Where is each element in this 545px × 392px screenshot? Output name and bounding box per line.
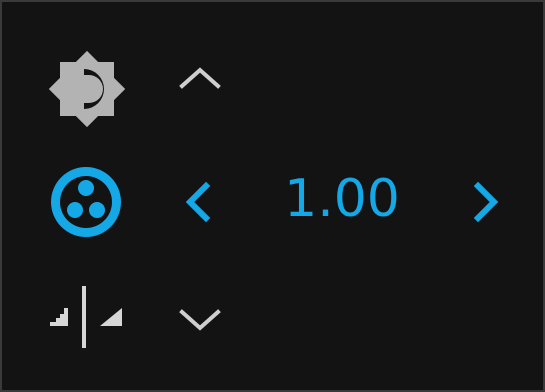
chevron-left-icon[interactable] — [178, 178, 218, 226]
chevron-right-icon[interactable] — [466, 178, 506, 226]
chevron-up-icon[interactable] — [176, 60, 224, 96]
color-filter-icon[interactable] — [48, 164, 124, 240]
adjustment-panel: 1.00 — [0, 0, 545, 392]
sharpness-icon[interactable] — [44, 282, 128, 352]
chevron-down-icon[interactable] — [176, 302, 224, 338]
value-display: 1.00 — [284, 169, 400, 229]
brightness-icon[interactable] — [46, 48, 128, 130]
